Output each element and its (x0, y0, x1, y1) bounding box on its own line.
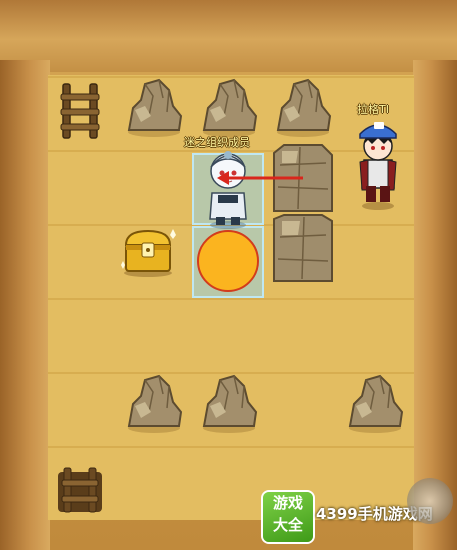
site-logo: 游戏 大全 (263, 492, 313, 542)
move-target-marker[interactable] (197, 230, 259, 292)
player-character[interactable] (352, 110, 404, 210)
logo-line-2: 大全 (272, 516, 303, 534)
rock-icon (272, 76, 334, 138)
player-name-label: 拉格TI (357, 103, 389, 116)
rock-icon (198, 372, 260, 434)
logo-line-1: 游戏 (272, 494, 303, 512)
rock-icon (123, 372, 185, 434)
stone-pillar-lower (270, 213, 336, 283)
game-scene: 迷之组织成员 拉格TI 游戏 大全 4399手机游戏网 (0, 0, 457, 550)
cliff-right-border (413, 60, 457, 550)
ladder-icon[interactable] (57, 82, 103, 140)
cliff-top-border (0, 0, 457, 72)
rock-icon (123, 76, 185, 138)
ladder-down-icon[interactable] (55, 466, 105, 514)
enemy-name-label: 迷之组织成员 (184, 136, 250, 149)
cliff-left-border (0, 60, 50, 550)
enemy-character[interactable] (198, 145, 258, 230)
rock-icon (344, 372, 406, 434)
rock-icon (198, 76, 260, 138)
treasure-chest-icon[interactable] (118, 225, 178, 277)
direction-arrow-icon (217, 171, 303, 185)
joystick-icon[interactable] (407, 478, 453, 524)
